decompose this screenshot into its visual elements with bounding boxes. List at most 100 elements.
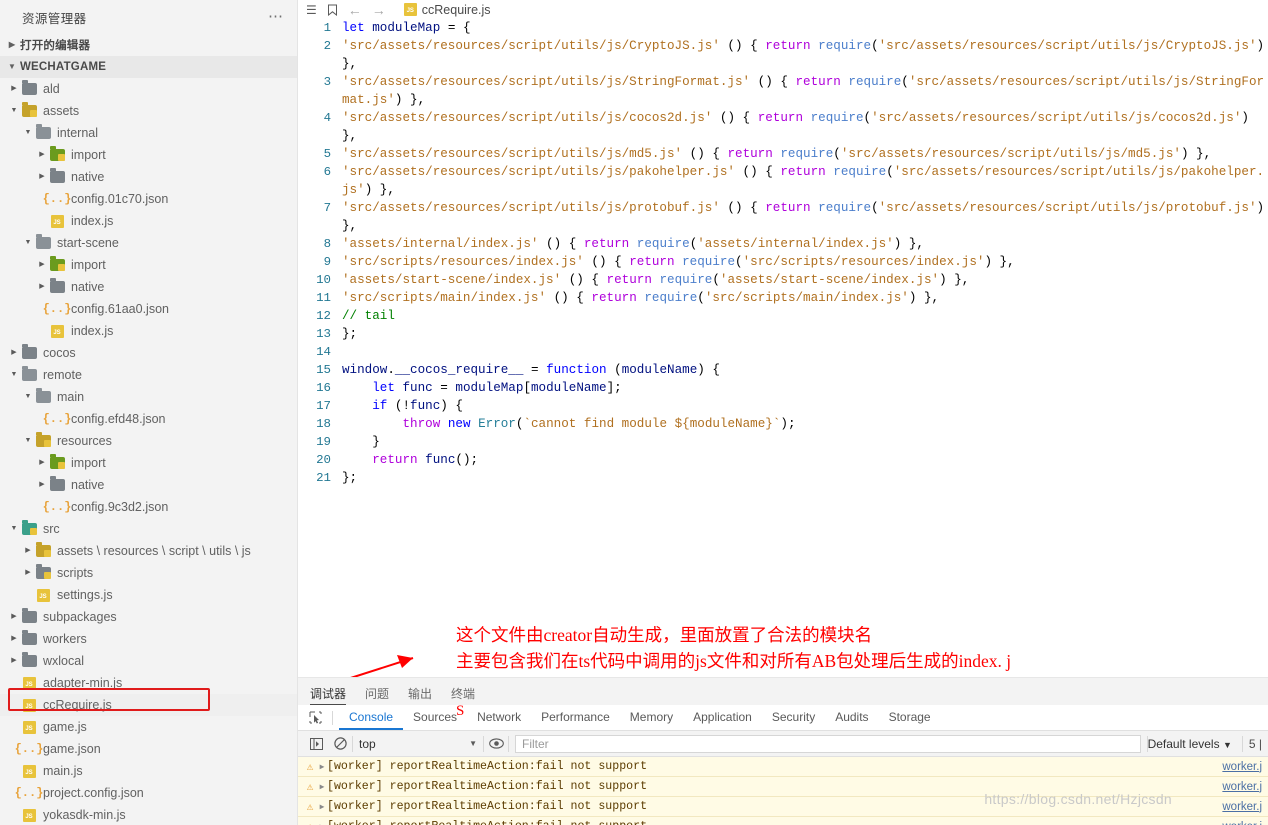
inspect-cursor-icon[interactable] [304,711,326,724]
tree-item-start-scene[interactable]: ▼ start-scene [0,232,297,254]
code-line[interactable]: 12 // tail [298,307,1268,325]
tree-item-main-js[interactable]: JS main.js [0,760,297,782]
chevron-right-icon[interactable]: ▶ [36,452,48,474]
code-line[interactable]: 1 let moduleMap = { [298,19,1268,37]
clear-console-icon[interactable] [328,737,352,750]
tree-item-index-js[interactable]: JS index.js [0,210,297,232]
breadcrumb[interactable]: JS ccRequire.js [403,3,491,17]
panel-tab-2[interactable]: 输出 [408,685,432,705]
tree-item-src[interactable]: ▼ src [0,518,297,540]
code-line[interactable]: 8 'assets/internal/index.js' () { return … [298,235,1268,253]
triangle-right-icon[interactable]: ▶ [317,822,327,825]
code-line[interactable]: 7 'src/assets/resources/script/utils/js/p… [298,199,1268,235]
tree-item-game-json[interactable]: {..} game.json [0,738,297,760]
tree-item-main[interactable]: ▼ main [0,386,297,408]
panel-tab-3[interactable]: 终端 [451,685,475,705]
chevron-right-icon[interactable]: ▶ [22,540,34,562]
tree-item-scripts[interactable]: ▶ scripts [0,562,297,584]
tree-item-ald[interactable]: ▶ ald [0,78,297,100]
tree-item-native[interactable]: ▶ native [0,474,297,496]
triangle-right-icon[interactable]: ▶ [317,782,327,792]
panel-tab-0[interactable]: 调试器 [310,685,347,705]
chevron-right-icon[interactable]: ▶ [36,144,48,166]
chevron-right-icon[interactable]: ▶ [36,276,48,298]
chevron-right-icon[interactable]: ▶ [22,562,34,584]
code-line[interactable]: 20 return func(); [298,451,1268,469]
tree-item-settings-js[interactable]: JS settings.js [0,584,297,606]
tree-item-native[interactable]: ▶ native [0,276,297,298]
code-line[interactable]: 17 if (!func) { [298,397,1268,415]
code-line[interactable]: 15 window.__cocos_require__ = function (m… [298,361,1268,379]
tree-item-config-efd48-json[interactable]: {..} config.efd48.json [0,408,297,430]
code-line[interactable]: 6 'src/assets/resources/script/utils/js/p… [298,163,1268,199]
chevron-right-icon[interactable]: ▶ [8,628,20,650]
chevron-right-icon[interactable]: ▶ [8,342,20,364]
chevron-right-icon[interactable]: ▶ [36,474,48,496]
chevron-down-icon[interactable]: ▼ [22,122,34,144]
devtools-tab-storage[interactable]: Storage [879,705,941,730]
tree-item-workers[interactable]: ▶ workers [0,628,297,650]
code-line[interactable]: 3 'src/assets/resources/script/utils/js/S… [298,73,1268,109]
chevron-down-icon[interactable]: ▼ [22,232,34,254]
code-line[interactable]: 13}; [298,325,1268,343]
console-message-row[interactable]: ⚠▶[worker] reportRealtimeAction:fail not… [298,797,1268,817]
tree-item-config-9c3d2-json[interactable]: {..} config.9c3d2.json [0,496,297,518]
eye-icon[interactable] [484,738,508,749]
triangle-right-icon[interactable]: ▶ [317,762,327,772]
devtools-tab-audits[interactable]: Audits [825,705,878,730]
chevron-right-icon[interactable]: ▶ [36,166,48,188]
console-source-link[interactable]: worker.j [1222,801,1262,813]
console-message-row[interactable]: ⚠▶[worker] reportRealtimeAction:fail not… [298,757,1268,777]
execution-context-select[interactable]: top ▼ [353,737,483,751]
tree-item-wxlocal[interactable]: ▶ wxlocal [0,650,297,672]
chevron-down-icon[interactable]: ▼ [22,386,34,408]
chevron-down-icon[interactable]: ▼ [8,518,20,540]
code-line[interactable]: 5 'src/assets/resources/script/utils/js/m… [298,145,1268,163]
code-line[interactable]: 2 'src/assets/resources/script/utils/js/C… [298,37,1268,73]
code-line[interactable]: 11 'src/scripts/main/index.js' () { retur… [298,289,1268,307]
console-source-link[interactable]: worker.j [1222,761,1262,773]
tree-item-import[interactable]: ▶ import [0,452,297,474]
code-line[interactable]: 21}; [298,469,1268,487]
tree-item-game-js[interactable]: JS game.js [0,716,297,738]
console-source-link[interactable]: worker.j [1222,781,1262,793]
tree-item-adapter-min-js[interactable]: JS adapter-min.js [0,672,297,694]
devtools-tab-memory[interactable]: Memory [620,705,683,730]
code-line[interactable]: 16 let func = moduleMap[moduleName]; [298,379,1268,397]
devtools-tab-console[interactable]: Console [339,705,403,730]
devtools-tab-security[interactable]: Security [762,705,825,730]
tree-item-ccrequire-js[interactable]: JS ccRequire.js [0,694,297,716]
devtools-tab-network[interactable]: Network [467,705,531,730]
tree-item-config-01c70-json[interactable]: {..} config.01c70.json [0,188,297,210]
project-section[interactable]: ▼ WECHATGAME [0,56,297,78]
devtools-tab-application[interactable]: Application [683,705,762,730]
triangle-right-icon[interactable]: ▶ [317,802,327,812]
code-line[interactable]: 18 throw new Error(`cannot find module $… [298,415,1268,433]
code-line[interactable]: 4 'src/assets/resources/script/utils/js/c… [298,109,1268,145]
chevron-down-icon[interactable]: ▼ [8,100,20,122]
log-levels-dropdown[interactable]: Default levels ▼ [1148,737,1242,751]
tree-item-subpackages[interactable]: ▶ subpackages [0,606,297,628]
code-editor[interactable]: 1 let moduleMap = {2 'src/assets/resources… [298,19,1268,487]
arrow-left-icon[interactable]: ← [348,2,362,18]
code-line[interactable]: 10 'assets/start-scene/index.js' () { ret… [298,271,1268,289]
open-editors-section[interactable]: ▶ 打开的编辑器 [0,34,297,56]
arrow-right-icon[interactable]: → [372,2,386,18]
tree-item-cocos[interactable]: ▶ cocos [0,342,297,364]
console-source-link[interactable]: worker.j [1222,821,1262,825]
tree-item-assets-resources-script-utils-js[interactable]: ▶ assets \ resources \ script \ utils \ j… [0,540,297,562]
chevron-right-icon[interactable]: ▶ [8,606,20,628]
chevron-down-icon[interactable]: ▼ [22,430,34,452]
chevron-down-icon[interactable]: ▼ [8,364,20,386]
bookmark-icon[interactable] [327,4,338,16]
chevron-right-icon[interactable]: ▶ [8,650,20,672]
tree-item-remote[interactable]: ▼ remote [0,364,297,386]
chevron-right-icon[interactable]: ▶ [36,254,48,276]
tree-item-native[interactable]: ▶ native [0,166,297,188]
tree-item-import[interactable]: ▶ import [0,144,297,166]
console-sidebar-icon[interactable] [304,737,328,750]
tree-item-config-61aa0-json[interactable]: {..} config.61aa0.json [0,298,297,320]
code-line[interactable]: 14 [298,343,1268,361]
console-message-row[interactable]: ⚠▶[worker] reportRealtimeAction:fail not… [298,777,1268,797]
console-message-row[interactable]: ⚠▶[worker] reportRealtimeAction:fail not… [298,817,1268,825]
